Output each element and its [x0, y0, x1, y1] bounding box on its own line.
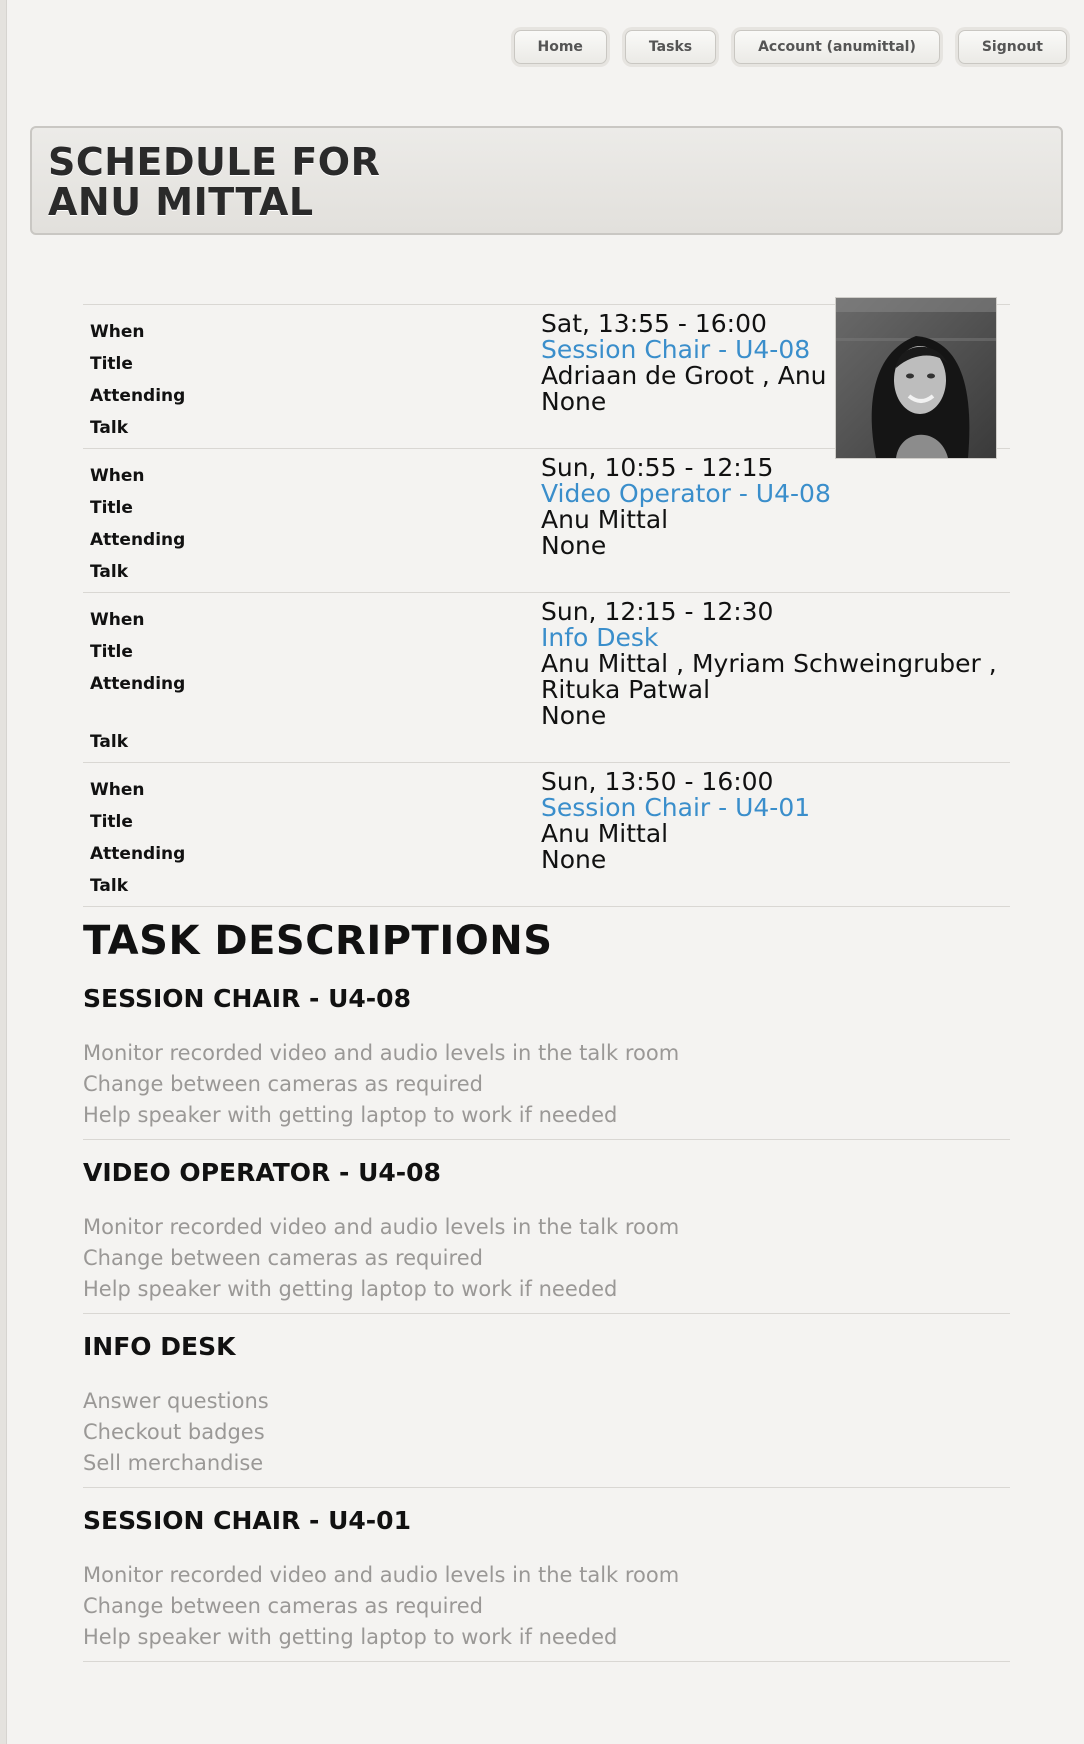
- page-header: SCHEDULE FOR ANU MITTAL: [30, 126, 1063, 235]
- title-label: Title: [90, 812, 133, 832]
- task-line: Change between cameras as required: [83, 1246, 483, 1270]
- attending-value: Anu Mittal , Myriam Schweingruber , Ritu…: [541, 649, 997, 704]
- page-title-line-1: SCHEDULE FOR: [48, 140, 381, 184]
- task-line: Monitor recorded video and audio levels …: [83, 1563, 680, 1587]
- task-line: Change between cameras as required: [83, 1072, 483, 1096]
- attending-label: Attending: [90, 844, 186, 864]
- task-line: Checkout badges: [83, 1420, 265, 1444]
- task-description: INFO DESK Answer questions Checkout badg…: [83, 1332, 1010, 1488]
- task-description: VIDEO OPERATOR - U4-08 Monitor recorded …: [83, 1158, 1010, 1314]
- schedule-entry-values: Sun, 13:50 - 16:00 Session Chair - U4-01…: [541, 769, 1010, 899]
- signout-button[interactable]: Signout: [957, 30, 1067, 64]
- schedule-entry-labels: When Title Attending Talk: [83, 311, 541, 441]
- task-line: Sell merchandise: [83, 1451, 264, 1475]
- attending-value: Anu Mittal: [541, 819, 669, 848]
- task-heading: SESSION CHAIR - U4-01: [83, 1506, 411, 1535]
- when-value: Sun, 13:50 - 16:00: [541, 767, 774, 796]
- when-label: When: [90, 322, 145, 342]
- page-title-line-2: ANU MITTAL: [48, 180, 314, 224]
- attending-label: Attending: [90, 674, 186, 694]
- talk-value: None: [541, 845, 607, 874]
- task-heading: VIDEO OPERATOR - U4-08: [83, 1158, 441, 1187]
- schedule-entry: When Title Attending Talk Sun, 10:55 - 1…: [83, 448, 1010, 592]
- talk-label: Talk: [90, 418, 129, 438]
- title-label: Title: [90, 498, 133, 518]
- schedule-entry-values: Sun, 12:15 - 12:30 Info Desk Anu Mittal …: [541, 599, 1010, 755]
- title-label: Title: [90, 642, 133, 662]
- task-description: SESSION CHAIR - U4-01 Monitor recorded v…: [83, 1506, 1010, 1662]
- talk-label: Talk: [90, 876, 129, 896]
- task-line: Monitor recorded video and audio levels …: [83, 1041, 680, 1065]
- talk-label: Talk: [90, 562, 129, 582]
- task-descriptions-section: TASK DESCRIPTIONS SESSION CHAIR - U4-08 …: [83, 912, 1010, 1680]
- attending-label: Attending: [90, 530, 186, 550]
- schedule-entry-labels: When Title Attending Talk: [83, 455, 541, 585]
- top-nav: Home Tasks Account (anumittal) Signout: [513, 30, 1067, 64]
- task-description: SESSION CHAIR - U4-08 Monitor recorded v…: [83, 984, 1010, 1140]
- left-edge-rule: [0, 0, 7, 1744]
- task-line: Change between cameras as required: [83, 1594, 483, 1618]
- tasks-button[interactable]: Tasks: [624, 30, 717, 64]
- page-title: SCHEDULE FOR ANU MITTAL: [48, 142, 1061, 222]
- talk-label: Talk: [90, 732, 129, 752]
- talk-value: None: [541, 531, 607, 560]
- task-title-link[interactable]: Video Operator - U4-08: [541, 481, 1010, 507]
- when-label: When: [90, 780, 145, 800]
- task-line: Monitor recorded video and audio levels …: [83, 1215, 680, 1239]
- when-label: When: [90, 466, 145, 486]
- when-value: Sun, 12:15 - 12:30: [541, 597, 774, 626]
- attending-value: Anu Mittal: [541, 505, 669, 534]
- task-heading: SESSION CHAIR - U4-08: [83, 984, 411, 1013]
- task-line: Answer questions: [83, 1389, 269, 1413]
- schedule-entry-values: Sun, 10:55 - 12:15 Video Operator - U4-0…: [541, 455, 1010, 585]
- task-title-link[interactable]: Session Chair - U4-01: [541, 795, 1010, 821]
- task-descriptions-title: TASK DESCRIPTIONS: [83, 918, 553, 964]
- task-heading: INFO DESK: [83, 1332, 236, 1361]
- home-button[interactable]: Home: [513, 30, 607, 64]
- schedule-entry: When Title Attending Talk Sun, 13:50 - 1…: [83, 762, 1010, 907]
- when-label: When: [90, 610, 145, 630]
- task-line: Help speaker with getting laptop to work…: [83, 1277, 618, 1301]
- schedule-entry: When Title Attending Talk Sun, 12:15 - 1…: [83, 592, 1010, 762]
- account-button[interactable]: Account (anumittal): [734, 30, 940, 64]
- schedule-entry-labels: When Title Attending Talk: [83, 769, 541, 899]
- task-line: Help speaker with getting laptop to work…: [83, 1103, 618, 1127]
- avatar-portrait-image: [836, 298, 996, 458]
- avatar: [835, 297, 997, 459]
- talk-value: None: [541, 701, 607, 730]
- task-line: Help speaker with getting laptop to work…: [83, 1625, 618, 1649]
- attending-label: Attending: [90, 386, 186, 406]
- schedule-entry-labels: When Title Attending Talk: [83, 599, 541, 755]
- task-title-link[interactable]: Info Desk: [541, 625, 1010, 651]
- title-label: Title: [90, 354, 133, 374]
